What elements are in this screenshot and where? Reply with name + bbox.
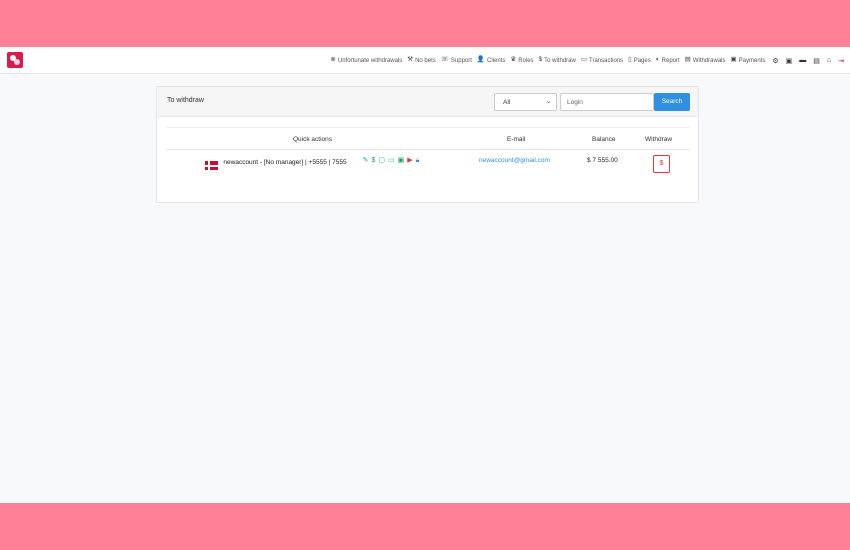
nav-pages[interactable]: ▯ Pages [628, 57, 651, 64]
home-icon[interactable]: ⌂ [827, 57, 831, 64]
ban-icon: ⊗ [330, 56, 336, 64]
header-balance: Balance [592, 136, 616, 143]
dollar-icon[interactable]: $ [371, 156, 375, 165]
chart-pie-icon: ◐ [655, 56, 660, 64]
file-icon: ▯ [628, 56, 632, 64]
nav-withdrawals[interactable]: ▤ Withdrawals [685, 57, 726, 64]
header-withdraw: Withdraw [645, 136, 673, 143]
headset-icon: ☏ [440, 56, 449, 64]
nav-to-withdraw[interactable]: $ To withdraw [539, 57, 576, 64]
game-icon[interactable]: ▣ [786, 57, 793, 65]
user-icon: 👤 [476, 56, 486, 64]
account-info[interactable]: newaccount - [No manager] | +5555 | 7555 [223, 157, 347, 168]
calendar-icon[interactable]: ▢ [378, 156, 385, 165]
app-logo[interactable] [7, 52, 23, 68]
login-search-input[interactable]: Login [560, 93, 654, 111]
card-header: To withdraw All ⌄ Login Search [157, 87, 698, 117]
nav-no-bets[interactable]: ⚒ No bets [407, 57, 436, 64]
dollar-icon: $ [538, 56, 543, 64]
nav-transactions[interactable]: ▭ Transactions [581, 57, 623, 64]
withdraw-button[interactable]: $ [653, 155, 670, 173]
logout-icon[interactable]: ⇥ [838, 57, 844, 65]
ticket-icon[interactable]: ▬ [799, 57, 806, 64]
lock-icon[interactable]: 🔒︎ [416, 156, 420, 165]
card-title: To withdraw [167, 97, 204, 104]
withdraw-table: Quick actions E-mail Balance Withdraw ne… [167, 127, 689, 190]
header-email: E-mail [507, 136, 526, 143]
comment-icon[interactable]: ▭ [388, 156, 395, 165]
header-quick-actions: Quick actions [293, 136, 333, 143]
balance-value: $ 7 555.00 [587, 157, 618, 164]
nav-unfortunate-withdrawals[interactable]: ⊗ Unfortunate withdrawals [330, 57, 402, 64]
edit-icon[interactable]: ✎ [363, 156, 369, 165]
chevron-down-icon: ⌄ [545, 99, 551, 105]
nav-support[interactable]: ☏ Support [441, 57, 472, 64]
money-bill-icon[interactable]: ▣ [398, 156, 405, 165]
image-icon[interactable]: ▤ [813, 57, 820, 65]
crown-icon: ♛ [510, 56, 517, 64]
nav-report[interactable]: ◐ Report [656, 57, 680, 64]
nav-payments[interactable]: ▣ Payments [731, 57, 766, 64]
video-icon[interactable]: ▶ [407, 156, 412, 165]
table-header: Quick actions E-mail Balance Withdraw [167, 127, 689, 150]
top-navbar: ⊗ Unfortunate withdrawals ⚒ No bets ☏ Suppo… [0, 47, 850, 74]
denmark-flag-icon [205, 161, 218, 170]
quick-actions: ✎ $ ▢ ▭ ▣ ▶ 🔒︎ [355, 156, 427, 165]
email-link[interactable]: newaccount@gmail.com [479, 157, 550, 164]
table-row: newaccount - [No manager] | +5555 | 7555… [167, 150, 689, 190]
status-filter-select[interactable]: All ⌄ [494, 93, 557, 111]
nav-menu: ⊗ Unfortunate withdrawals ⚒ No bets ☏ Suppo… [330, 47, 844, 74]
to-withdraw-card: To withdraw All ⌄ Login Search Quick act… [156, 86, 699, 203]
credit-card-icon: ▭ [580, 56, 587, 64]
wallet-icon: ▤ [684, 56, 691, 64]
nav-clients[interactable]: 👤 Clients [477, 57, 505, 64]
search-button[interactable]: Search [654, 93, 690, 111]
page: ⊗ Unfortunate withdrawals ⚒ No bets ☏ Suppo… [0, 47, 850, 503]
settings-gear-icon[interactable]: ⚙ [772, 57, 778, 65]
hammer-icon: ⚒ [407, 56, 414, 64]
nav-roles[interactable]: ♛ Roles [510, 57, 533, 64]
money-bill-icon: ▣ [730, 56, 737, 64]
